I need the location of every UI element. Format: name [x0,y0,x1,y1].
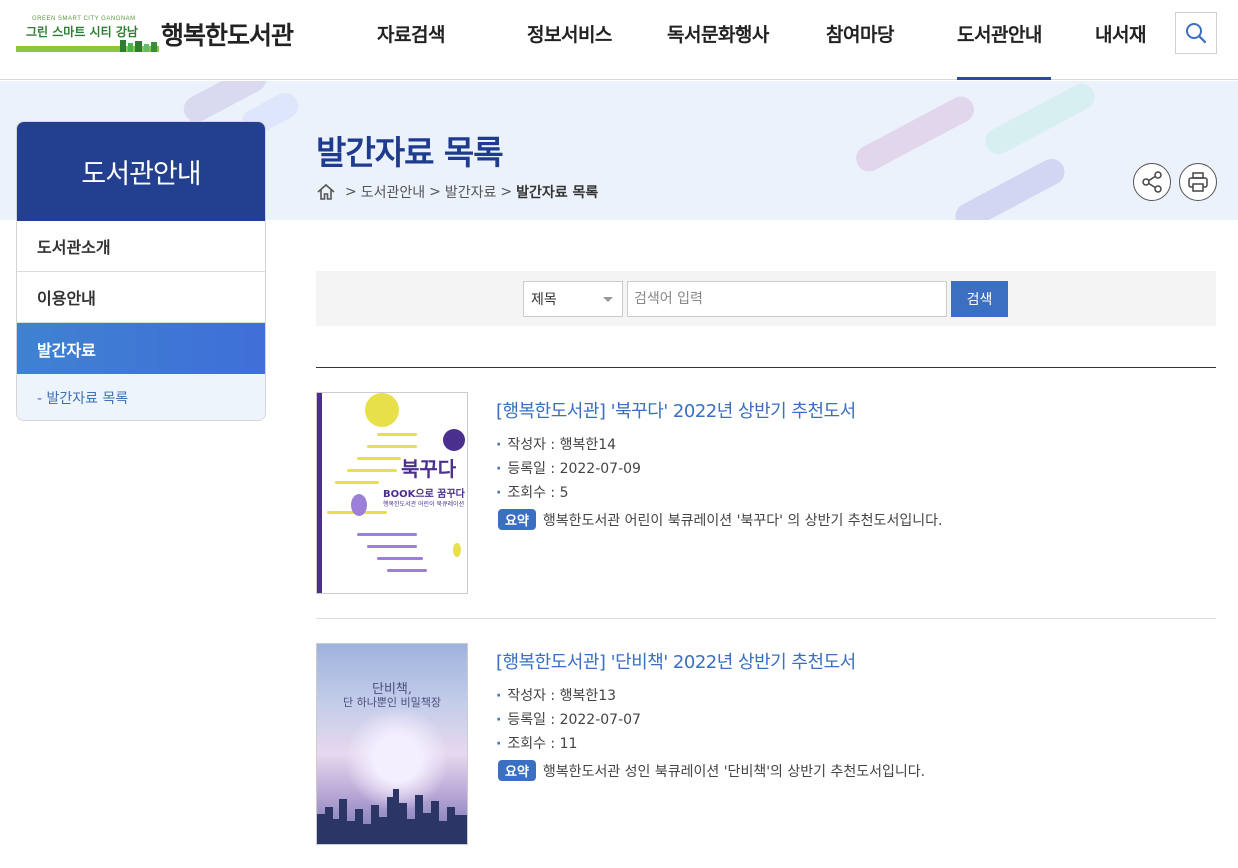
summary-text: 행복한도서관 성인 북큐레이션 '단비책'의 상반기 추천도서입니다. [542,763,926,780]
logo-badge-text: 그린 스마트 시티 강남 [26,25,138,39]
cover-step [357,457,401,460]
sidebar-item-usage-guide[interactable]: 이용안내 [17,272,265,323]
search-field-value: 제목 [531,292,557,308]
nav-item-reading-events[interactable]: 독서문화행사 [667,20,769,47]
city-skyline-icon [16,40,159,52]
search-form: 제목 검색 [316,271,1216,326]
list-divider [316,618,1216,619]
cover-step [387,569,427,572]
logo-subtext: GREEN SMART CITY GANGNAM [32,16,136,22]
cover-band [317,393,322,593]
gangnam-logo-badge: GREEN SMART CITY GANGNAM 그린 스마트 시티 강남 [16,16,159,52]
decor-stripe [851,92,979,176]
search-submit-button[interactable]: 검색 [951,281,1008,317]
item-summary: 요약 행복한도서관 어린이 북큐레이션 '북꾸다' 의 상반기 추천도서입니다. [498,509,942,530]
decor-stripe [950,154,1070,220]
site-header: GREEN SMART CITY GANGNAM 그린 스마트 시티 강남 행복… [0,0,1238,80]
item-date: 등록일 : 2022-07-07 [496,709,641,729]
sidebar-item-library-intro[interactable]: 도서관소개 [17,221,265,272]
nav-active-indicator [957,77,1051,80]
item-title-link[interactable]: [행복한도서관] '북꾸다' 2022년 상반기 추천도서 [496,397,856,423]
item-author: 작성자 : 행복한14 [496,434,616,454]
nav-item-participation[interactable]: 참여마당 [826,20,894,47]
cover-subtitle: 단 하나뿐인 비밀책장 [342,696,442,709]
sidebar-item-publications[interactable]: 발간자료 [17,323,265,374]
home-icon[interactable] [316,182,336,202]
search-field-select[interactable]: 제목 [523,281,623,317]
nav-item-search-materials[interactable]: 자료검색 [377,20,445,47]
nav-item-info-services[interactable]: 정보서비스 [527,20,612,47]
printer-icon [1188,172,1208,192]
breadcrumb-separator: > [429,184,441,200]
nav-item-my-library[interactable]: 내서재 [1095,20,1146,47]
share-button[interactable] [1133,163,1171,201]
cover-step [377,557,423,560]
cover-sun [365,393,399,427]
chevron-down-icon [603,297,613,302]
breadcrumb-separator: > [500,184,513,200]
item-date: 등록일 : 2022-07-09 [496,458,641,478]
list-item: 북꾸다 BOOK으로 꿈꾸다 행복한도서관 어린이 북큐레이션 [행복한도서관]… [316,392,1216,594]
city-night-icon [317,789,467,844]
cover-step [377,433,417,436]
header-search-button[interactable] [1175,12,1217,54]
library-name: 행복한도서관 [161,21,294,50]
site-logo[interactable]: GREEN SMART CITY GANGNAM 그린 스마트 시티 강남 행복… [16,14,294,54]
item-summary: 요약 행복한도서관 성인 북큐레이션 '단비책'의 상반기 추천도서입니다. [498,760,925,781]
cover-subtitle: BOOK으로 꿈꾸다 [383,489,465,500]
list-top-border [316,367,1216,368]
decor-stripe [980,81,1100,159]
summary-text: 행복한도서관 어린이 북큐레이션 '북꾸다' 의 상반기 추천도서입니다. [542,512,943,529]
item-author: 작성자 : 행복한13 [496,685,616,705]
breadcrumb-separator: > [345,184,357,200]
breadcrumb-item-publications[interactable]: 발간자료 [445,182,497,202]
cover-caption: 행복한도서관 어린이 북큐레이션 [383,501,465,508]
cover-title: 북꾸다 [401,457,457,481]
page-title: 발간자료 목록 [316,133,504,172]
sidebar-menu: 도서관안내 도서관소개 이용안내 발간자료 - 발간자료 목록 [16,121,266,421]
cover-step [367,545,417,548]
cover-ball [351,494,367,516]
cover-step [357,533,417,536]
breadcrumb-current: 발간자료 목록 [516,185,599,201]
search-icon [1186,23,1207,44]
item-views: 조회수 : 5 [496,482,568,502]
book-cover-thumbnail[interactable]: 단비책, 단 하나뿐인 비밀책장 [316,643,468,845]
summary-badge: 요약 [498,509,536,530]
breadcrumb: > 도서관안내 > 발간자료 > 발간자료 목록 [316,182,598,202]
list-item: 단비책, 단 하나뿐인 비밀책장 [행복한도서관] '단비책' 2022년 상반… [316,643,1216,845]
share-icon [1142,171,1162,193]
print-button[interactable] [1179,163,1217,201]
cover-tag [443,429,465,451]
item-title-link[interactable]: [행복한도서관] '단비책' 2022년 상반기 추천도서 [496,648,856,674]
cover-step [367,445,417,448]
book-cover-thumbnail[interactable]: 북꾸다 BOOK으로 꿈꾸다 행복한도서관 어린이 북큐레이션 [316,392,468,594]
item-views: 조회수 : 11 [496,733,577,753]
nav-item-library-guide[interactable]: 도서관안내 [957,20,1042,47]
sidebar-title: 도서관안내 [17,122,265,221]
sidebar-subitem-publication-list[interactable]: - 발간자료 목록 [17,374,265,420]
cover-dot [453,543,461,557]
breadcrumb-item-library-guide[interactable]: 도서관안내 [361,182,425,202]
cover-step [335,481,379,484]
cover-step [347,469,397,472]
search-input[interactable] [627,281,947,317]
summary-badge: 요약 [498,760,536,781]
